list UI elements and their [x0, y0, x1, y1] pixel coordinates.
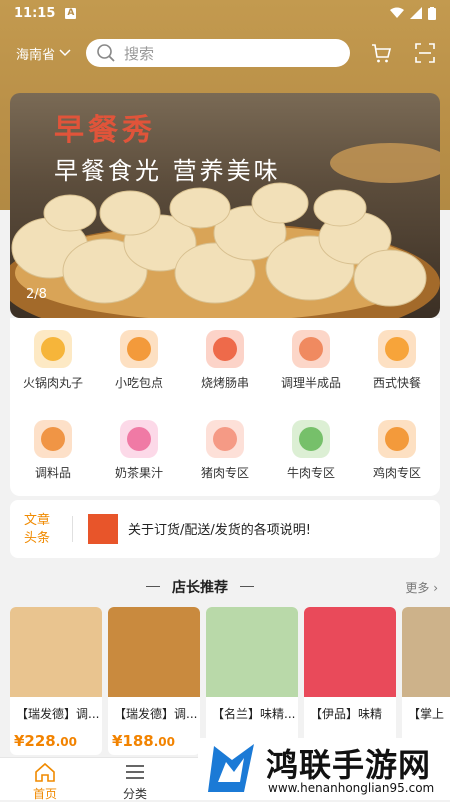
recommend-header: 店长推荐 更多 › — [0, 577, 450, 597]
cart-icon[interactable] — [370, 42, 392, 64]
chevron-right-icon: › — [433, 581, 438, 595]
product-name: 【伊品】味精 — [310, 707, 383, 721]
seasoning-icon — [34, 420, 72, 458]
watermark-logo — [208, 744, 254, 792]
product-name: 【瑞发德】调... — [114, 707, 198, 721]
category-item[interactable]: 调料品 — [10, 420, 96, 481]
search-bar[interactable]: 搜索 — [86, 39, 350, 67]
category-item[interactable]: 火锅肉丸子 — [10, 330, 96, 391]
watermark-text: 鸿联手游网 — [266, 746, 432, 784]
product-list: 【瑞发德】调... ¥228.00 【瑞发德】调... ¥188.00 【名兰】… — [10, 607, 450, 757]
divider — [72, 516, 73, 542]
category-item[interactable]: 调理半成品 — [268, 330, 354, 391]
recommend-title: 店长推荐 — [146, 577, 254, 597]
wifi-icon — [390, 7, 404, 18]
product-card[interactable]: 【瑞发德】调... ¥228.00 — [10, 607, 102, 755]
product-name: 【瑞发德】调... — [16, 707, 100, 721]
more-link[interactable]: 更多 › — [405, 579, 438, 596]
location-label: 海南省 — [16, 47, 56, 63]
meatball-icon — [34, 330, 72, 368]
category-item[interactable]: 小吃包点 — [96, 330, 182, 391]
product-image — [10, 607, 102, 697]
burger-icon — [378, 330, 416, 368]
product-card[interactable]: 【掌上 — [402, 607, 450, 755]
tab-category[interactable]: 分类 — [105, 762, 165, 802]
notification-badge: A — [65, 7, 77, 19]
skewer-icon — [206, 330, 244, 368]
product-name: 【名兰】味精... — [212, 707, 296, 721]
product-card[interactable]: 【名兰】味精... — [206, 607, 298, 755]
pork-icon — [206, 420, 244, 458]
notice-thumbnail — [88, 514, 118, 544]
product-card[interactable]: 【伊品】味精 — [304, 607, 396, 755]
product-card[interactable]: 【瑞发德】调... ¥188.00 — [108, 607, 200, 755]
category-item[interactable]: 奶茶果汁 — [96, 420, 182, 481]
chevron-down-icon — [59, 49, 71, 57]
beef-icon — [292, 420, 330, 458]
notice-text: 关于订货/配送/发货的各项说明! — [128, 523, 311, 538]
banner-pager: 2/8 — [26, 287, 47, 302]
product-image — [402, 607, 450, 697]
tab-home[interactable]: 首页 — [15, 762, 75, 802]
watermark-url: www.henanhonglian95.com — [268, 781, 435, 795]
category-item[interactable]: 烧烤肠串 — [182, 330, 268, 391]
banner-title: 早餐秀 — [54, 113, 156, 148]
watermark-overlay: 鸿联手游网 www.henanhonglian95.com — [198, 738, 450, 800]
banner-subtitle: 早餐食光 营养美味 — [54, 157, 281, 185]
search-placeholder: 搜索 — [124, 44, 155, 63]
category-item[interactable]: 猪肉专区 — [182, 420, 268, 481]
status-bar: 11:15 A — [0, 0, 450, 26]
product-image — [108, 607, 200, 697]
category-grid: 火锅肉丸子 小吃包点 烧烤肠串 调理半成品 西式快餐 调料品 奶茶果汁 猪肉专区… — [10, 318, 440, 496]
signal-icon — [410, 7, 422, 19]
category-item[interactable]: 牛肉专区 — [268, 420, 354, 481]
top-header: 海南省 搜索 — [0, 38, 450, 68]
prepared-food-icon — [292, 330, 330, 368]
bun-icon — [120, 330, 158, 368]
list-icon — [126, 765, 144, 779]
product-price: ¥188.00 — [112, 732, 176, 750]
home-icon — [35, 762, 55, 782]
chicken-icon — [378, 420, 416, 458]
category-item[interactable]: 西式快餐 — [354, 330, 440, 391]
battery-icon — [428, 6, 436, 20]
search-icon — [97, 44, 115, 62]
product-image — [206, 607, 298, 697]
scan-icon[interactable] — [414, 42, 436, 64]
news-notice[interactable]: 文章 头条 关于订货/配送/发货的各项说明! — [10, 500, 440, 558]
promo-banner[interactable]: 早餐秀 早餐食光 营养美味 2/8 — [10, 93, 440, 318]
location-selector[interactable]: 海南省 — [16, 44, 84, 63]
news-tag: 文章 头条 — [24, 513, 51, 546]
status-time: 11:15 — [14, 5, 56, 21]
milk-tea-icon — [120, 420, 158, 458]
product-price: ¥228.00 — [14, 732, 78, 750]
product-name: 【掌上 — [408, 707, 445, 721]
product-image — [304, 607, 396, 697]
category-item[interactable]: 鸡肉专区 — [354, 420, 440, 481]
